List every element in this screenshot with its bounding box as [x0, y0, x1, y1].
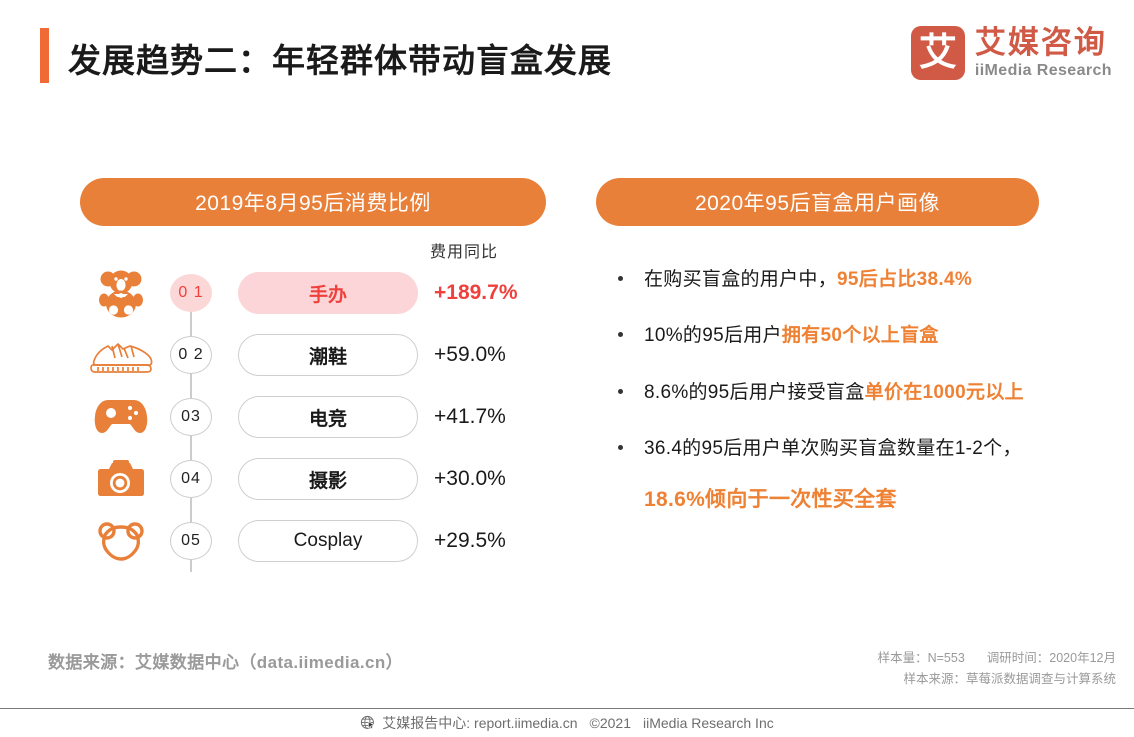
- bear-mask-icon: [80, 510, 162, 572]
- bullet-accent-text: 18.6%倾向于一次性买全套: [644, 487, 897, 511]
- rank-badge: 0 2: [170, 336, 212, 374]
- globe-cursor-icon: [360, 715, 376, 731]
- user-profile-bullets: 在购买盲盒的用户中，95后占比38.4% 10%的95后用户拥有50个以上盲盒 …: [600, 265, 1100, 543]
- bullet-plain-text: 8.6%的95后用户接受盲盒: [644, 381, 865, 403]
- consumption-rank-list: 0 1 手办 +189.7% 0 2 潮鞋 +59.0% 03 电竞 +41.7…: [80, 262, 550, 572]
- camera-icon: [80, 448, 162, 510]
- survey-time-label: 调研时间：2020年12月: [986, 651, 1116, 665]
- bullet-dot-icon: [618, 388, 623, 394]
- category-pill[interactable]: 手办: [238, 272, 418, 314]
- sample-info: 样本量：N=553 调研时间：2020年12月 样本来源：草莓派数据调查与计算系统: [878, 648, 1116, 691]
- list-item[interactable]: 03 电竞 +41.7%: [80, 386, 550, 448]
- teddy-bear-icon: [80, 262, 162, 324]
- sneaker-icon: [80, 324, 162, 386]
- title-accent-bar: [40, 28, 49, 83]
- gamepad-icon: [80, 386, 162, 448]
- bullet-plain-text: 10%的95后用户: [644, 325, 782, 347]
- bullet-text: 36.4的95后用户单次购买盲盒数量在1-2个，: [644, 438, 1022, 460]
- bullet-dot-icon: [618, 445, 623, 451]
- bullet-dot-icon: [618, 276, 623, 281]
- page-title: 发展趋势二：年轻群体带动盲盒发展: [68, 42, 612, 79]
- bottom-status-bar: 艾媒报告中心: report.iimedia.cn ©2021 iiMedia …: [0, 708, 1134, 737]
- brand-logo: 艾 艾媒咨询 iiMedia Research: [910, 26, 1112, 80]
- sample-line-2: 样本来源：草莓派数据调查与计算系统: [878, 669, 1116, 690]
- data-source-note: 数据来源：艾媒数据中心（data.iimedia.cn）: [48, 653, 404, 672]
- sample-source-label: 样本来源：草莓派数据调查与计算系统: [903, 672, 1116, 687]
- list-item[interactable]: 0 1 手办 +189.7%: [80, 262, 550, 324]
- bullet-accent-text: 95后占比38.4%: [837, 269, 973, 290]
- growth-value: +189.7%: [434, 281, 518, 304]
- list-item: 10%的95后用户拥有50个以上盲盒: [600, 321, 1100, 350]
- growth-value: +30.0%: [434, 467, 506, 490]
- right-panel-heading: 2020年95后盲盒用户画像: [596, 178, 1039, 226]
- report-center-link[interactable]: 艾媒报告中心: report.iimedia.cn: [382, 713, 577, 733]
- sample-line-1: 样本量：N=553 调研时间：2020年12月: [878, 648, 1116, 669]
- rank-badge: 0 1: [170, 274, 212, 312]
- logo-mark-icon: 艾: [910, 26, 965, 80]
- growth-value: +59.0%: [434, 343, 506, 366]
- logo-text: 艾媒咨询 iiMedia Research: [975, 26, 1112, 79]
- growth-value: +41.7%: [434, 405, 506, 428]
- rank-badge: 04: [170, 460, 212, 498]
- bullet-accent-text: 拥有50个以上盲盒: [781, 325, 939, 347]
- category-pill[interactable]: 潮鞋: [238, 334, 418, 376]
- list-item[interactable]: 0 2 潮鞋 +59.0%: [80, 324, 550, 386]
- category-pill[interactable]: 电竞: [238, 396, 418, 438]
- list-item[interactable]: 04 摄影 +30.0%: [80, 448, 550, 510]
- rank-badge: 05: [170, 522, 212, 560]
- sample-size-label: 样本量：N=553: [877, 651, 965, 665]
- bullet-accent-text: 单价在1000元以上: [864, 381, 1024, 403]
- category-pill[interactable]: 摄影: [238, 458, 418, 500]
- bullet-text: 8.6%的95后用户接受盲盒单价在1000元以上: [644, 378, 1100, 407]
- list-item[interactable]: 05 Cosplay +29.5%: [80, 510, 550, 572]
- logo-name-cn: 艾媒咨询: [974, 25, 1107, 61]
- bullet-dot-icon: [618, 332, 623, 338]
- category-pill[interactable]: Cosplay: [238, 520, 418, 562]
- list-item: 36.4的95后用户单次购买盲盒数量在1-2个， 18.6%倾向于一次性买全套: [600, 434, 1100, 516]
- bullet-text: 在购买盲盒的用户中，95后占比38.4%: [644, 265, 1100, 294]
- list-item: 在购买盲盒的用户中，95后占比38.4%: [600, 265, 1100, 294]
- bullet-text: 10%的95后用户拥有50个以上盲盒: [644, 321, 1100, 350]
- growth-value: +29.5%: [434, 529, 506, 552]
- page-header: 发展趋势二：年轻群体带动盲盒发展 艾 艾媒咨询 iiMedia Research: [0, 0, 1134, 108]
- logo-name-en: iiMedia Research: [974, 61, 1112, 79]
- growth-column-label: 费用同比: [430, 244, 499, 261]
- bullet-plain-text: 在购买盲盒的用户中，: [644, 269, 838, 290]
- company-name: iiMedia Research Inc: [643, 715, 774, 731]
- left-panel-heading: 2019年8月95后消费比例: [80, 178, 546, 226]
- list-item: 8.6%的95后用户接受盲盒单价在1000元以上: [600, 378, 1100, 407]
- rank-badge: 03: [170, 398, 212, 436]
- copyright-text: ©2021: [589, 715, 631, 731]
